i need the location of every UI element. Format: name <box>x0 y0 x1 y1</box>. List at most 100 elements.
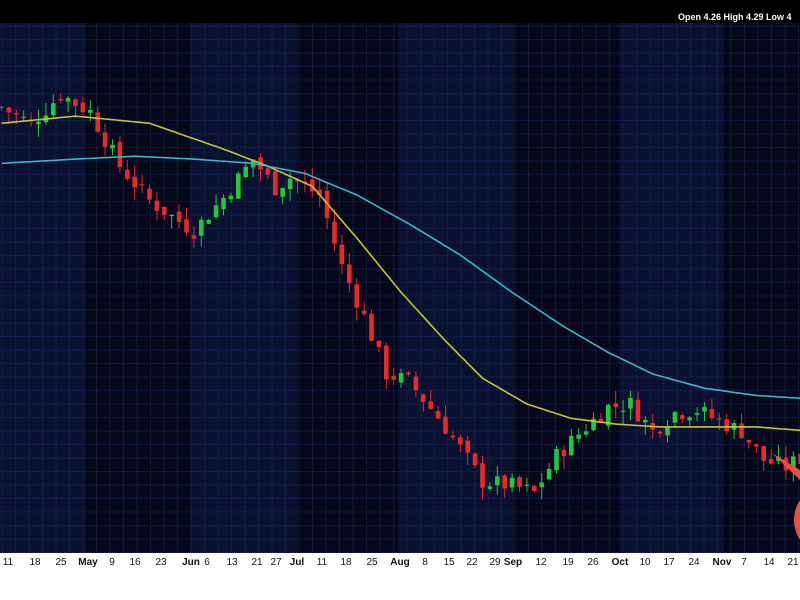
candle-down <box>635 399 641 422</box>
x-tick-label: 9 <box>109 557 115 568</box>
candle-down <box>768 459 774 464</box>
candle-up <box>110 144 115 149</box>
x-tick-label: May <box>78 557 98 568</box>
candle-down <box>754 444 759 447</box>
candle-down <box>191 235 197 239</box>
candle-up <box>487 486 493 489</box>
candle-up <box>21 116 26 118</box>
candle-down <box>117 141 123 168</box>
stock-chart: 11 18 25 May 9 16 23 Jun 6 13 21 27 Jul 11 18 25 Aug 8 15 2… <box>0 0 800 600</box>
x-tick-label: 29 <box>489 557 501 568</box>
candle-up <box>702 406 707 412</box>
x-tick-label: 13 <box>226 557 238 568</box>
candle-down <box>139 184 145 186</box>
x-tick-label: 22 <box>466 557 478 568</box>
candle-up <box>236 173 241 199</box>
candle-down <box>273 171 278 195</box>
x-tick-label: Nov <box>713 557 732 568</box>
candle-down <box>435 411 441 419</box>
candle-down <box>561 450 567 457</box>
candle-down <box>413 376 419 391</box>
candle-down <box>132 176 137 188</box>
candle-down <box>421 394 426 402</box>
candle-down <box>406 372 411 375</box>
candle-up <box>643 419 648 423</box>
x-tick-label: 7 <box>741 557 747 568</box>
x-tick-label: 14 <box>763 557 775 568</box>
candle-down <box>502 475 507 489</box>
month-band <box>514 23 619 553</box>
candle-up <box>65 98 71 102</box>
candle-down <box>361 310 367 314</box>
month-band <box>190 23 297 553</box>
candle-down <box>613 403 618 408</box>
candle-down <box>73 99 78 106</box>
month-bands <box>0 23 800 553</box>
candle-up <box>495 476 500 486</box>
candle-up <box>569 435 574 456</box>
candle-up <box>583 431 589 435</box>
candle-down <box>517 477 522 488</box>
candle-down <box>472 453 478 466</box>
candle-up <box>687 417 692 421</box>
candle-up <box>539 482 544 488</box>
candle-down <box>428 401 433 409</box>
candle-up <box>524 484 530 486</box>
x-tick-label: 16 <box>129 557 141 568</box>
candle-up <box>280 188 285 197</box>
x-tick-label: 21 <box>251 557 263 568</box>
x-tick-label: 11 <box>317 557 328 568</box>
candle-down <box>354 284 359 308</box>
candle-up <box>206 219 211 224</box>
candle-down <box>724 419 729 432</box>
x-tick-label: Jun <box>182 557 200 568</box>
x-tick-label: Jul <box>290 557 305 568</box>
candle-down <box>6 107 12 113</box>
candle-down <box>391 375 396 380</box>
candle-up <box>169 214 174 217</box>
x-tick-label: 24 <box>688 557 700 568</box>
candle-down <box>347 264 352 284</box>
x-tick-label: 25 <box>366 557 378 568</box>
candle-up <box>546 468 552 480</box>
ohlc-readout: Open 4.26 High 4.29 Low 4 <box>678 12 792 22</box>
candle-up <box>221 197 226 210</box>
x-tick-label: 11 <box>3 557 14 568</box>
candle-up <box>694 413 700 415</box>
x-tick-label: 23 <box>155 557 167 568</box>
candle-down <box>465 440 470 453</box>
x-tick-label: 18 <box>29 557 41 568</box>
x-tick-label: Oct <box>612 557 629 568</box>
month-band <box>398 23 514 553</box>
candle-down <box>147 188 152 200</box>
candle-down <box>680 415 685 419</box>
x-tick-label: 12 <box>535 557 547 568</box>
candle-up <box>672 412 678 423</box>
candle-down <box>458 437 463 445</box>
x-tick-label: 26 <box>587 557 599 568</box>
candle-down <box>184 219 189 233</box>
candle-down <box>450 435 456 438</box>
candle-down <box>125 169 130 179</box>
x-tick-label: 17 <box>663 557 675 568</box>
candle-down <box>265 168 271 175</box>
candle-down <box>80 102 86 112</box>
candle-down <box>717 418 722 420</box>
x-tick-label: 6 <box>204 557 210 568</box>
candle-up <box>628 398 633 409</box>
candle-up <box>213 205 219 218</box>
candle-down <box>332 221 337 244</box>
candle-down <box>709 409 715 418</box>
x-tick-label: Aug <box>390 557 409 568</box>
x-tick-label: Sep <box>504 557 522 568</box>
candle-up <box>287 178 293 190</box>
candle-down <box>746 439 752 443</box>
candle-up <box>199 219 204 236</box>
x-tick-label: 21 <box>787 557 799 568</box>
candle-up <box>620 410 626 412</box>
candle-down <box>339 244 345 264</box>
candle-down <box>58 99 63 101</box>
candle-down <box>95 112 100 132</box>
candle-down <box>480 463 485 488</box>
month-band <box>619 23 724 553</box>
